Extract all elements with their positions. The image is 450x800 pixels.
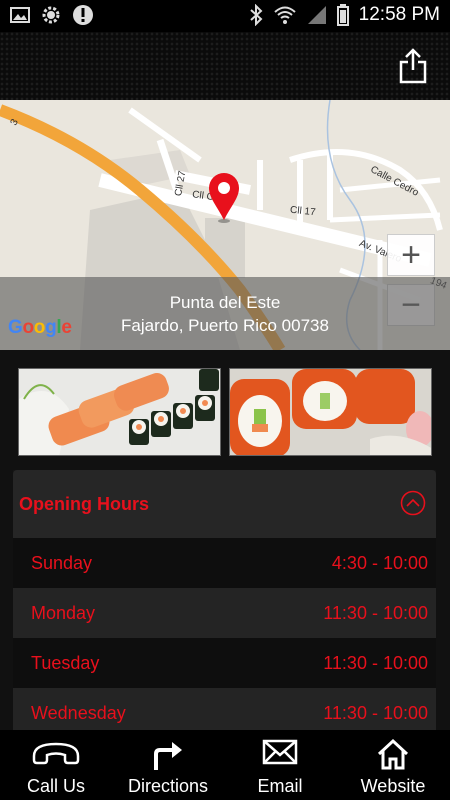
opening-hours-panel: Opening Hours Sunday 4:30 - 10:00 Monday… (13, 470, 436, 730)
website-button[interactable]: Website (336, 730, 450, 800)
wifi-icon (274, 6, 296, 24)
zoom-in-button[interactable]: + (387, 234, 435, 276)
phone-icon (32, 742, 80, 765)
hours-day: Monday (31, 603, 96, 623)
website-label: Website (360, 776, 426, 796)
envelope-icon (262, 739, 298, 765)
battery-icon (336, 4, 349, 26)
home-icon (377, 738, 409, 770)
status-bar: 12:58 PM (0, 0, 450, 32)
hours-time: 11:30 - 10:00 (323, 603, 428, 623)
status-time: 12:58 PM (358, 4, 440, 25)
sushi-photo-1[interactable] (18, 368, 221, 456)
salmon-nigiri-image (19, 369, 220, 455)
hours-row: Wednesday 11:30 - 10:00 (13, 688, 436, 730)
call-us-label: Call Us (26, 776, 85, 796)
hours-day: Tuesday (31, 653, 100, 673)
call-us-button[interactable]: Call Us (0, 730, 112, 800)
share-icon[interactable] (398, 48, 428, 84)
address-line-1: Punta del Este (169, 293, 281, 312)
image-notification-icon (10, 7, 30, 23)
directions-button[interactable]: Directions (112, 730, 224, 800)
hours-time: 11:30 - 10:00 (323, 703, 428, 723)
bottom-navigation: Call Us Directions Email Website (0, 730, 450, 800)
signal-icon (307, 6, 326, 24)
opening-hours-title: Opening Hours (19, 494, 149, 514)
hours-row: Tuesday 11:30 - 10:00 (13, 638, 436, 688)
chevron-up-icon[interactable] (400, 490, 426, 516)
alert-icon (73, 5, 93, 25)
sushi-photo-2[interactable] (229, 368, 432, 456)
tobiko-roll-image (230, 369, 431, 455)
directions-label: Directions (127, 776, 209, 796)
hours-day: Sunday (31, 553, 93, 573)
bluetooth-icon (250, 4, 263, 26)
opening-hours-header[interactable]: Opening Hours (13, 470, 436, 538)
location-pin-icon[interactable] (207, 172, 241, 224)
location-map[interactable]: Cll 27 Cll Ceiba Cll 17 Calle Cedro Av. … (0, 100, 450, 350)
google-logo: Google (8, 317, 72, 338)
address-overlay: Punta del Este Fajardo, Puerto Rico 0073… (0, 277, 450, 350)
hours-row: Monday 11:30 - 10:00 (13, 588, 436, 638)
email-label: Email (257, 776, 303, 796)
hours-time: 4:30 - 10:00 (331, 553, 428, 573)
settings-gear-icon (42, 6, 60, 24)
hours-time: 11:30 - 10:00 (323, 653, 428, 673)
top-app-bar (0, 32, 450, 100)
hours-day: Wednesday (31, 703, 126, 723)
hours-row: Sunday 4:30 - 10:00 (13, 538, 436, 588)
email-button[interactable]: Email (224, 730, 336, 800)
turn-right-arrow-icon (154, 742, 182, 770)
